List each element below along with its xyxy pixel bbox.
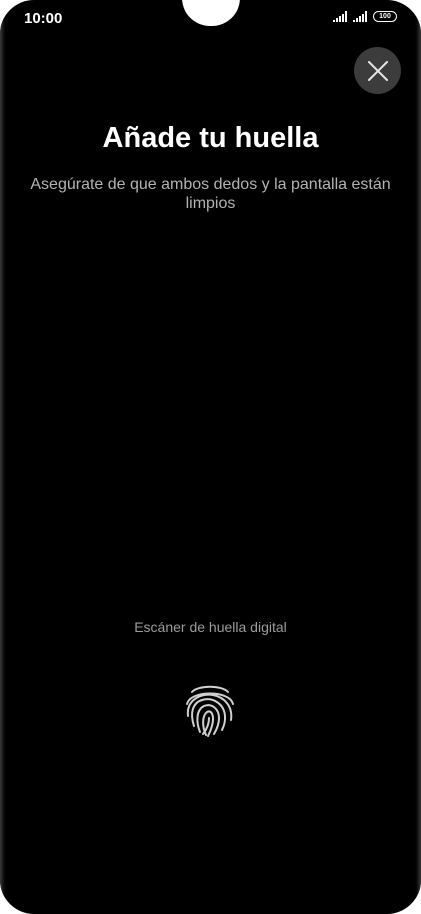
- phone-screen: 10:00 100 Añade tu huella Asegúrate de q…: [0, 0, 421, 914]
- page-subtitle: Asegúrate de que ambos dedos y la pantal…: [30, 176, 391, 212]
- status-time: 10:00: [24, 10, 63, 27]
- page-title: Añade tu huella: [102, 122, 319, 154]
- status-icons: 100: [333, 11, 397, 22]
- close-icon: [367, 60, 388, 81]
- signal-icon: [353, 11, 367, 22]
- battery-level: 100: [379, 13, 391, 20]
- close-button[interactable]: [354, 47, 401, 94]
- battery-icon: 100: [373, 11, 397, 22]
- signal-icon: [333, 11, 347, 22]
- scanner-label: Escáner de huella digital: [134, 619, 287, 635]
- fingerprint-icon[interactable]: [178, 676, 242, 740]
